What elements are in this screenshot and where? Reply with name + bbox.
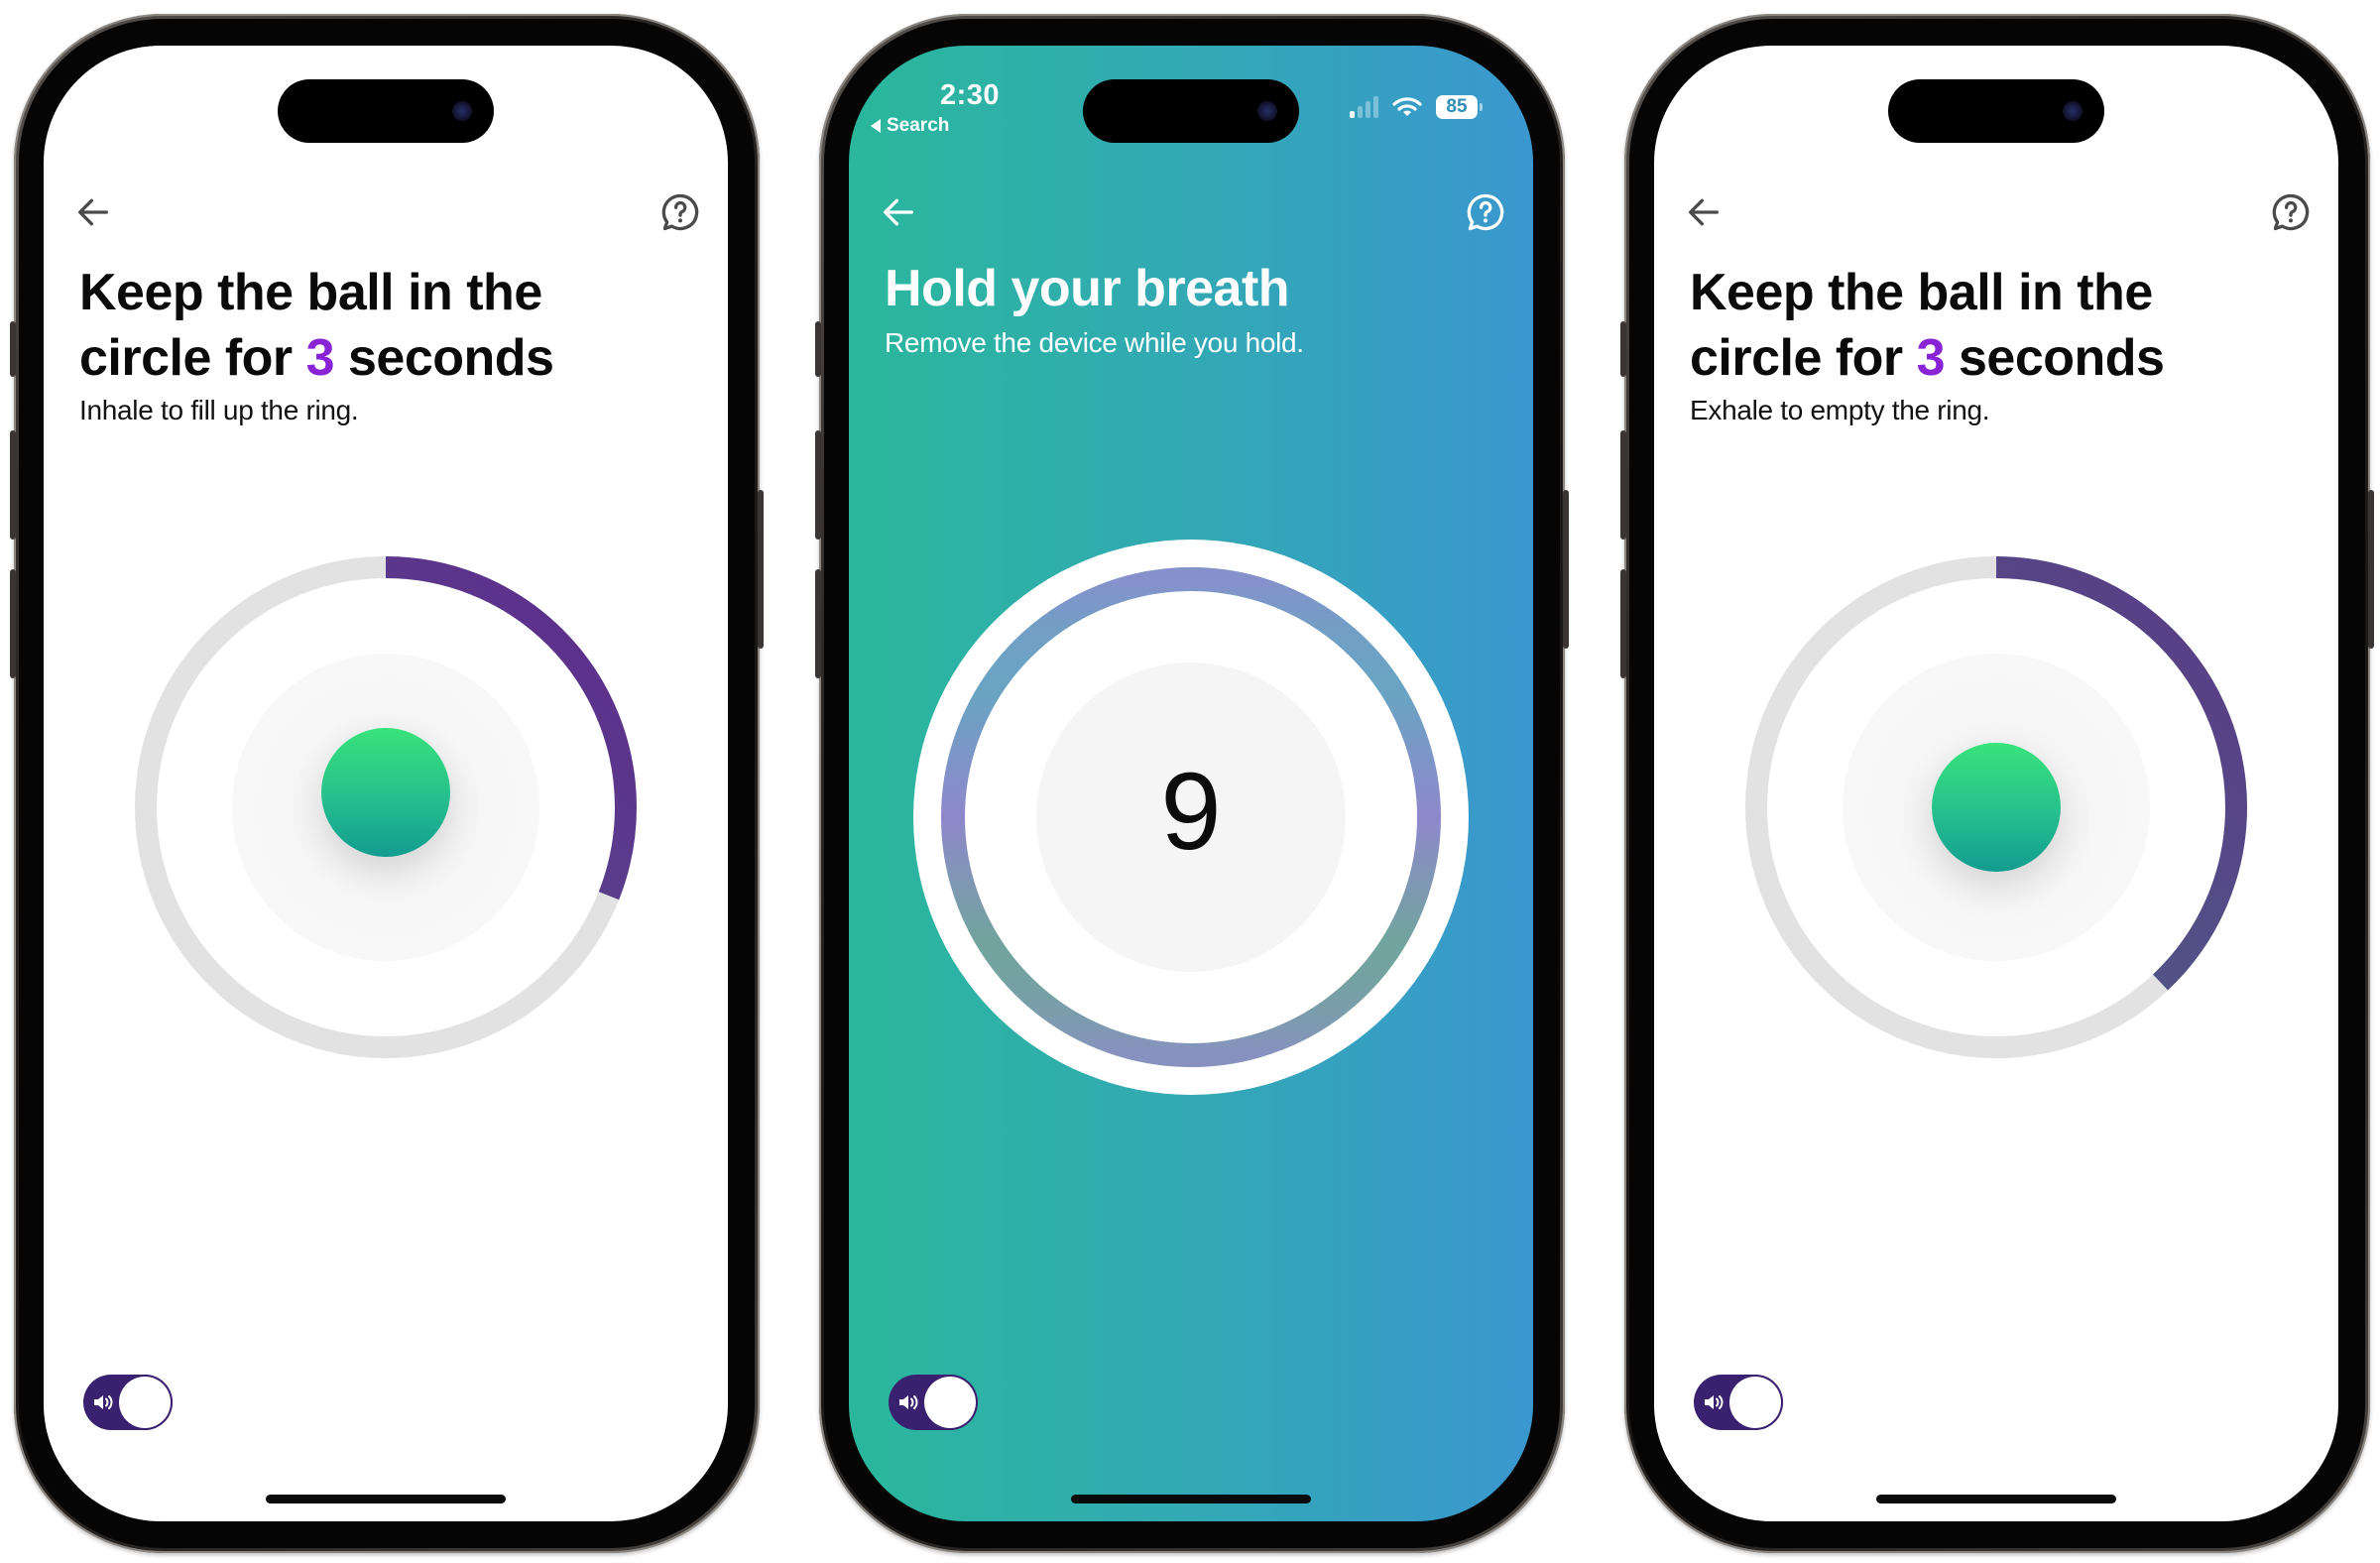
sound-toggle[interactable] [1694,1375,1783,1430]
toggle-knob [1729,1377,1781,1428]
seconds-highlight: 3 [1916,329,1946,387]
status-indicators: 85 [1350,95,1483,119]
help-chat-icon[interactable] [2269,190,2313,234]
volume-up-button [1620,430,1626,540]
breath-ring [128,549,644,1065]
breath-ball [1932,743,2061,872]
instruction-text: Remove the device while you hold. [885,327,1304,358]
screen-inhale: Keep the ball in the circle for 3 second… [44,46,728,1521]
page-title: Hold your breath [885,260,1290,317]
arrow-left-icon[interactable] [1684,192,1724,232]
title-line-2: circle for 3 seconds [1690,325,2165,391]
speaker-icon [94,1395,113,1409]
title-prefix: circle for [1690,329,1917,387]
instruction-text: Inhale to fill up the ring. [79,395,359,425]
status-time: 2:30 [940,79,1001,111]
back-triangle-icon [871,119,881,133]
volume-up-button [815,430,821,540]
arrow-left-icon[interactable] [73,192,113,232]
screen-hold: 2:30 Search 85 Hold your breath Remove t… [849,46,1533,1521]
countdown-number: 9 [1160,751,1222,873]
phone-frame-inhale: Keep the ball in the circle for 3 second… [10,14,764,1553]
signal-bar [1350,111,1355,118]
action-button [815,321,821,377]
action-button [10,321,16,377]
arrow-left-icon[interactable] [879,192,918,232]
dynamic-island [1888,79,2104,143]
cellular-signal-icon [1350,96,1378,118]
camera-icon [1257,101,1277,121]
speaker-icon [1705,1395,1724,1409]
breath-ring [1738,549,2254,1065]
dynamic-island [278,79,494,143]
volume-up-button [10,430,16,540]
home-indicator[interactable] [1876,1495,2116,1503]
screen-exhale: Keep the ball in the circle for 3 second… [1654,46,2338,1521]
side-button [1563,490,1569,649]
sound-toggle[interactable] [889,1375,978,1430]
page-title: Keep the ball in the circle for 3 second… [79,260,554,391]
signal-bar [1358,106,1363,118]
toggle-knob [119,1377,171,1428]
action-button [1620,321,1626,377]
home-indicator[interactable] [1071,1495,1311,1503]
title-line-1: Keep the ball in the [1690,264,2153,321]
signal-bar [1366,101,1370,118]
home-indicator[interactable] [266,1495,506,1503]
side-button [2368,490,2374,649]
phone-frame-hold: 2:30 Search 85 Hold your breath Remove t… [815,14,1569,1553]
volume-down-button [815,569,821,678]
signal-bar [1373,96,1378,118]
help-chat-icon[interactable] [1464,190,1507,234]
volume-down-button [10,569,16,678]
phone-frame-exhale: Keep the ball in the circle for 3 second… [1620,14,2374,1553]
title-line-2: circle for 3 seconds [79,325,554,391]
back-to-app-label: Search [887,115,950,136]
battery-level: 85 [1446,96,1468,117]
seconds-highlight: 3 [305,329,335,387]
wifi-icon [1392,97,1422,116]
speaker-icon [899,1395,918,1409]
battery-indicator: 85 [1436,95,1483,119]
title-suffix: seconds [1945,329,2165,387]
toggle-knob [924,1377,976,1428]
camera-icon [452,101,472,121]
back-to-app-link[interactable]: Search [871,115,949,137]
hold-ring: 9 [911,538,1471,1097]
sound-toggle[interactable] [83,1375,173,1430]
title-suffix: seconds [334,329,554,387]
title-line-1: Keep the ball in the [79,264,542,321]
volume-down-button [1620,569,1626,678]
instruction-text: Exhale to empty the ring. [1690,395,1990,425]
page-title: Keep the ball in the circle for 3 second… [1690,260,2165,391]
dynamic-island [1083,79,1299,143]
help-chat-icon[interactable] [658,190,702,234]
title-prefix: circle for [79,329,306,387]
camera-icon [2063,101,2082,121]
breath-ball [321,728,450,857]
side-button [758,490,764,649]
